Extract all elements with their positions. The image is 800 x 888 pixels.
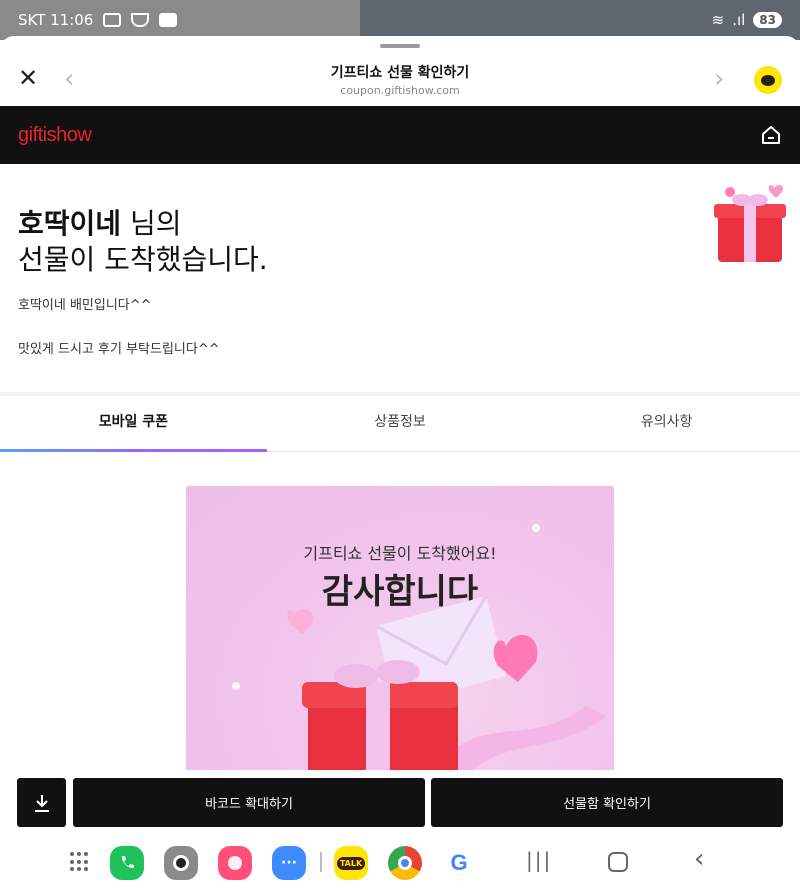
sender-name: 호딱이네 xyxy=(18,207,122,240)
greeting-heading: 호딱이네 님의 선물이 도착했습니다. xyxy=(18,206,268,278)
dock-separator xyxy=(320,852,322,872)
barcode-zoom-button[interactable]: 바코드 확대하기 xyxy=(73,778,425,827)
kakao-share-icon[interactable] xyxy=(754,66,782,94)
download-button[interactable] xyxy=(17,778,66,827)
youtube-icon xyxy=(159,13,178,27)
system-nav-bar: ··· TALK G ||| ‹ xyxy=(0,836,800,888)
site-header: giftishow xyxy=(0,106,800,164)
download-icon xyxy=(34,794,49,812)
tab-mobile-coupon[interactable]: 모바일 쿠폰 xyxy=(0,396,267,452)
page-title: 기프티쇼 선물 확인하기 xyxy=(330,65,470,81)
back-nav-icon[interactable]: ‹ xyxy=(694,844,704,874)
greeting-line1: 호딱이네 님의 xyxy=(18,206,268,242)
gift-box-illustration xyxy=(710,182,800,272)
giftishow-logo[interactable]: giftishow xyxy=(18,124,92,147)
home-icon[interactable] xyxy=(760,124,782,146)
messages-app-icon[interactable]: ··· xyxy=(272,846,306,880)
screenshot-icon xyxy=(103,13,122,27)
browser-sheet: ✕ ‹ 기프티쇼 선물 확인하기 coupon.giftishow.com › … xyxy=(0,36,800,888)
greeting-line2: 선물이 도착했습니다. xyxy=(18,243,268,276)
status-right: ≋ .ıl 83 xyxy=(712,11,782,29)
sheet-handle[interactable] xyxy=(380,44,420,48)
app-drawer-icon[interactable] xyxy=(70,852,90,872)
page-url: coupon.giftishow.com xyxy=(340,84,460,97)
status-left: SKT 11:06 xyxy=(18,11,178,29)
cup-icon xyxy=(131,13,150,27)
status-bar: SKT 11:06 ≋ .ıl 83 xyxy=(0,0,800,40)
wifi-icon: ≋ xyxy=(711,11,725,29)
chrome-app-icon[interactable] xyxy=(388,846,422,880)
coupon-card: 기프티쇼 선물이 도착했어요! 감사합니다 xyxy=(186,486,614,786)
action-bar: 바코드 확대하기 선물함 확인하기 xyxy=(0,770,800,836)
coupon-illustration xyxy=(232,524,606,786)
home-nav-icon[interactable] xyxy=(608,852,628,872)
gift-message-line: 맛있게 드시고 후기 부탁드립니다^^ xyxy=(18,342,220,357)
gift-message-line: 호딱이네 배민입니다^^ xyxy=(18,298,152,313)
recents-icon[interactable]: ||| xyxy=(526,848,552,872)
browser-bar: ✕ ‹ 기프티쇼 선물 확인하기 coupon.giftishow.com › xyxy=(0,50,800,106)
forward-chevron-icon[interactable]: › xyxy=(714,64,724,94)
battery-indicator: 83 xyxy=(753,12,782,28)
kakaotalk-app-icon[interactable]: TALK xyxy=(334,846,368,880)
giftbox-check-button[interactable]: 선물함 확인하기 xyxy=(431,778,783,827)
tab-notice[interactable]: 유의사항 xyxy=(533,396,800,451)
carrier-time: SKT 11:06 xyxy=(18,11,94,29)
phone-app-icon[interactable] xyxy=(110,846,144,880)
tab-product-info[interactable]: 상품정보 xyxy=(267,396,534,451)
greeting-suffix: 님의 xyxy=(121,207,182,240)
camera-app-icon[interactable] xyxy=(164,846,198,880)
content-tabs: 모바일 쿠폰 상품정보 유의사항 xyxy=(0,396,800,452)
google-app-icon[interactable]: G xyxy=(442,846,476,880)
signal-icon: .ıl xyxy=(732,11,746,29)
gallery-app-icon[interactable] xyxy=(218,846,252,880)
kakaotalk-label: TALK xyxy=(336,856,366,870)
